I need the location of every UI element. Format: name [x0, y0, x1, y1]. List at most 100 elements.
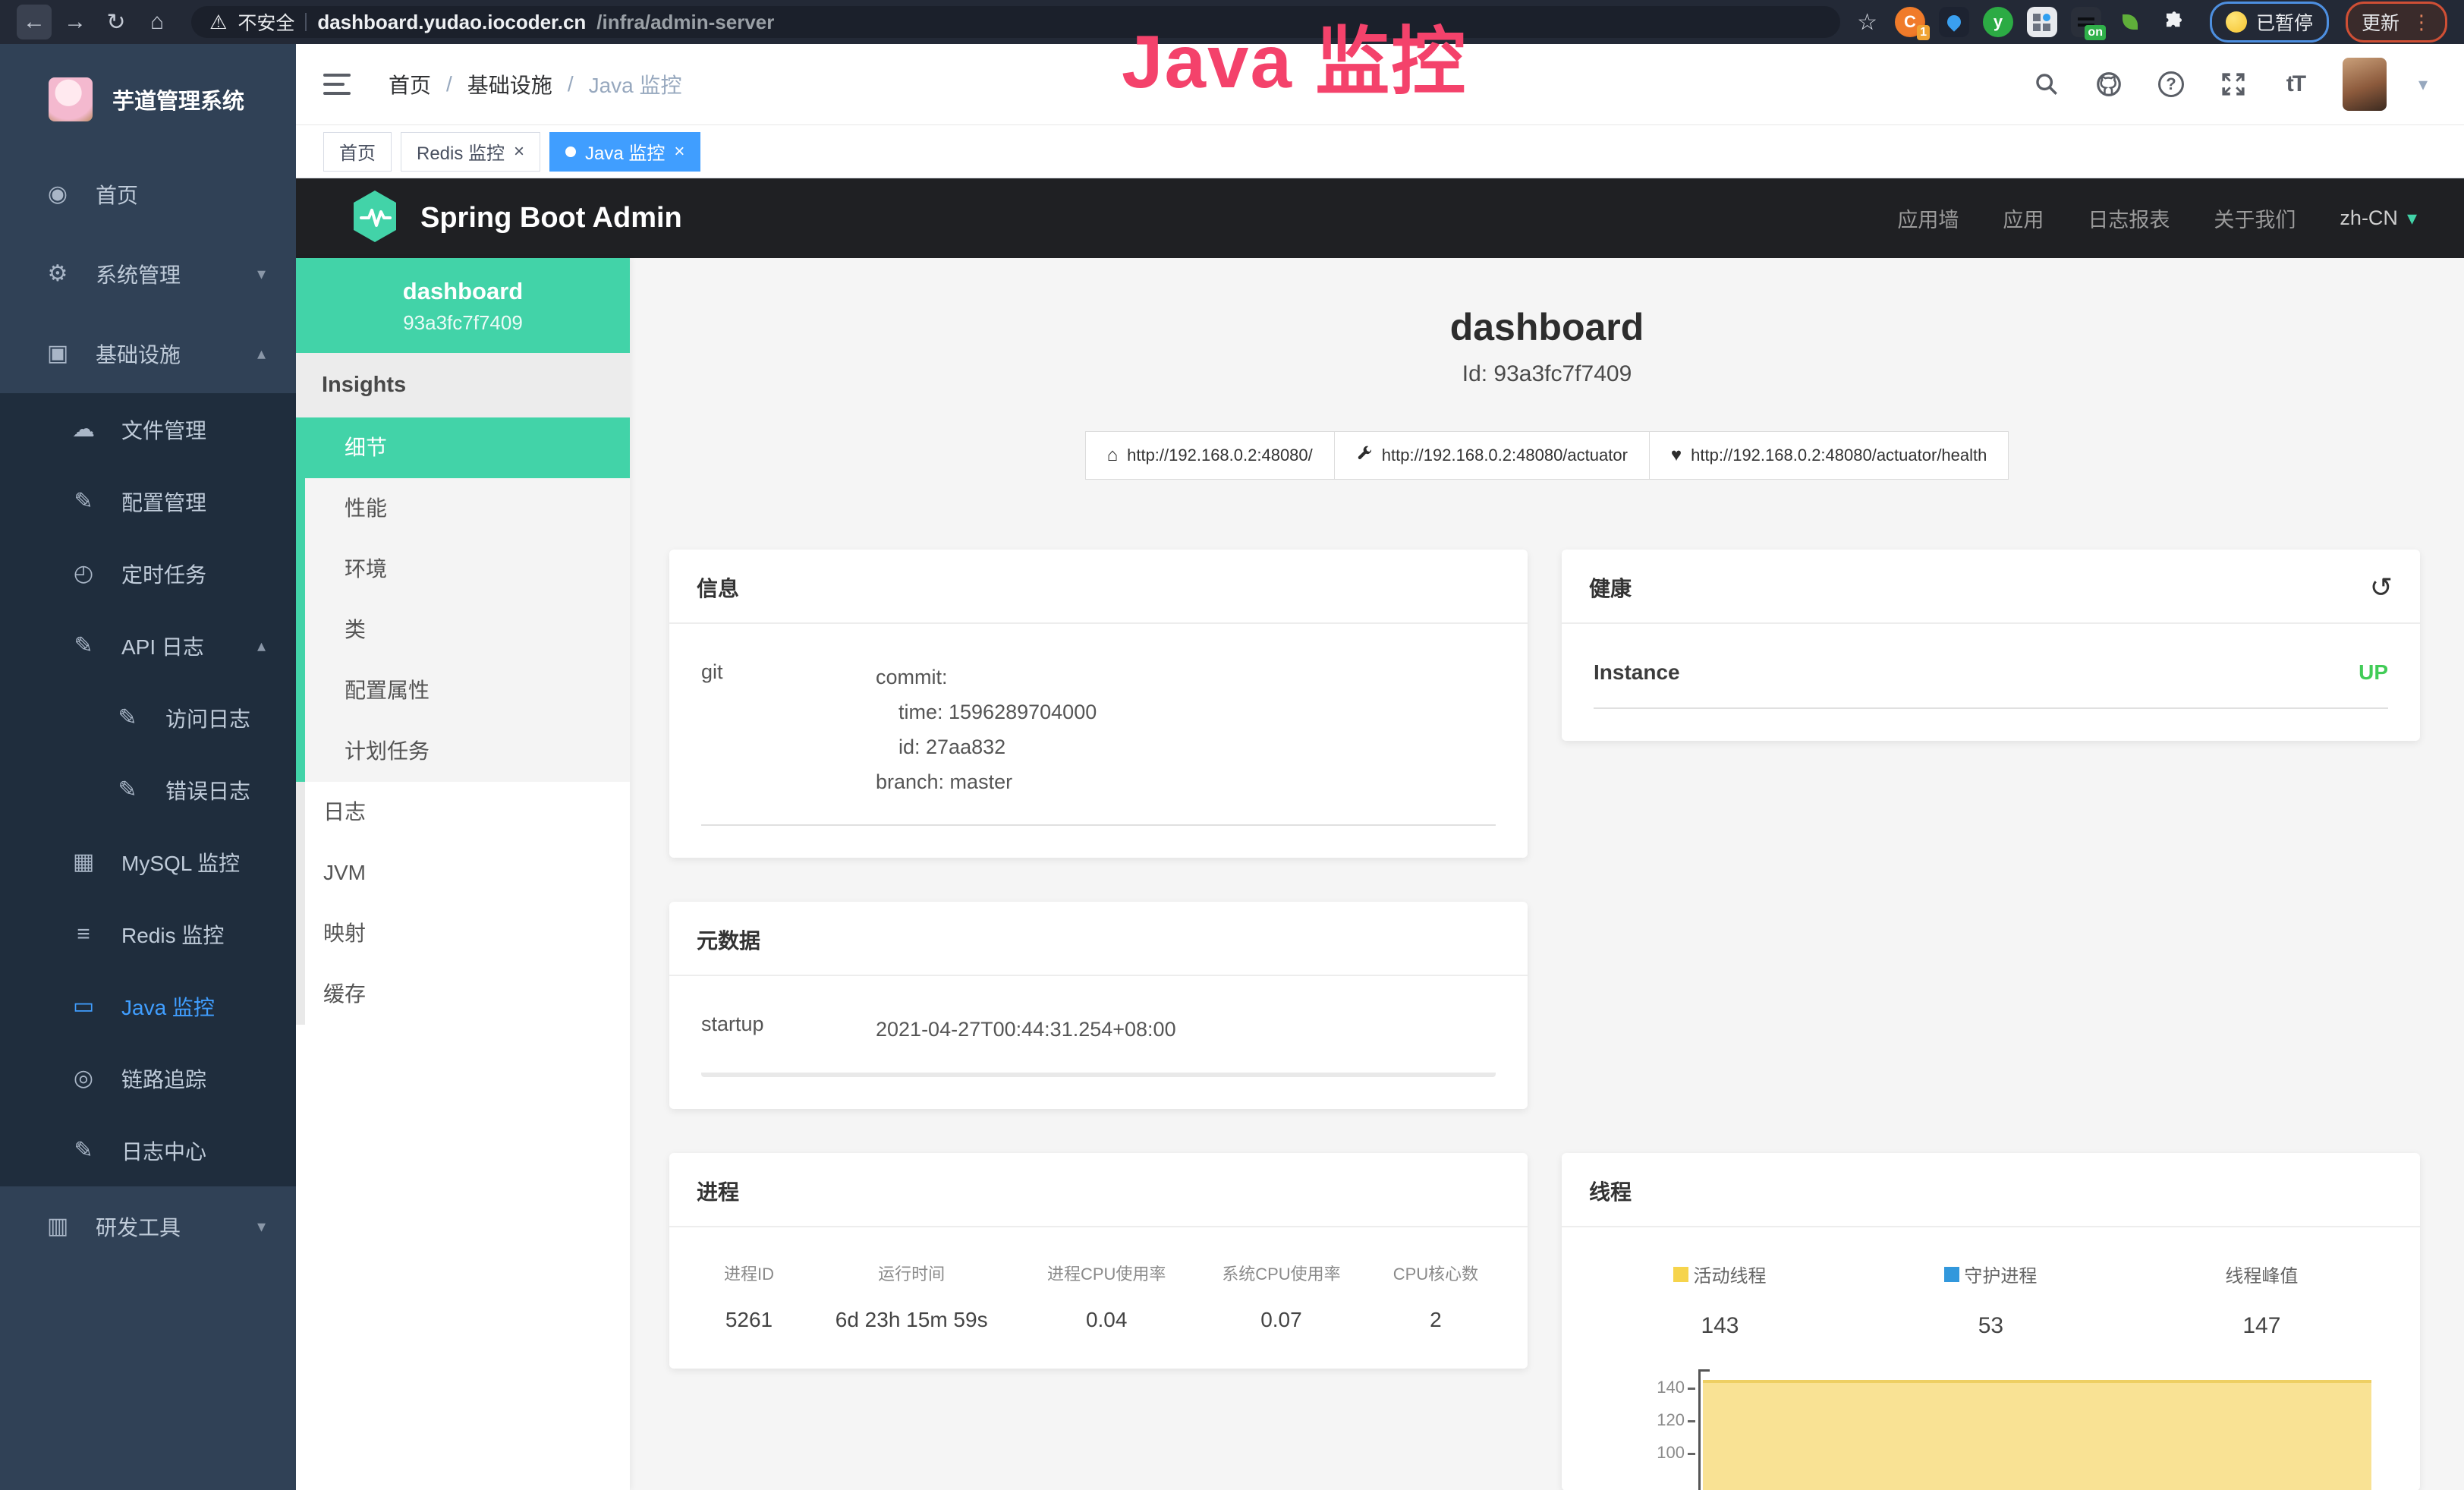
sba-item-metrics[interactable]: 性能	[296, 478, 630, 539]
instance-id: 93a3fc7f7409	[304, 311, 622, 335]
sba-nav-applications[interactable]: 应用	[2003, 203, 2044, 233]
health-url-button[interactable]: ♥ http://192.168.0.2:48080/actuator/heal…	[1650, 431, 2009, 480]
log-edit-icon: ✎	[114, 777, 141, 803]
sba-item-details[interactable]: 细节	[296, 417, 630, 478]
app-title: 芋道管理系统	[112, 83, 244, 115]
clock-icon: ◴	[70, 560, 97, 587]
actuator-url-button[interactable]: http://192.168.0.2:48080/actuator	[1335, 431, 1650, 480]
close-icon[interactable]: ×	[514, 141, 524, 162]
threads-chart: 140 120 100	[1584, 1369, 2397, 1490]
sidebar-item-dev-tools[interactable]: ▥ 研发工具 ▾	[0, 1186, 296, 1266]
page-title: dashboard	[630, 305, 2464, 349]
tab-redis-monitor[interactable]: Redis 监控 ×	[401, 132, 540, 172]
sba-item-scheduled-tasks[interactable]: 计划任务	[296, 721, 630, 782]
sba-nav-about[interactable]: 关于我们	[2214, 203, 2296, 233]
browser-forward-icon[interactable]: →	[58, 5, 93, 39]
kebab-menu-icon[interactable]: ⋮	[2412, 11, 2431, 34]
extension-sprout-icon[interactable]	[2115, 7, 2145, 37]
browser-home-icon[interactable]: ⌂	[140, 5, 175, 39]
sba-item-caches[interactable]: 缓存	[296, 964, 630, 1025]
extension-grid-icon[interactable]	[2027, 7, 2057, 37]
fullscreen-icon[interactable]	[2218, 69, 2248, 99]
sidebar-item-infrastructure[interactable]: ▣ 基础设施 ▴	[0, 313, 296, 393]
sidebar-item-config-mgmt[interactable]: ✎ 配置管理	[0, 465, 296, 537]
cloud-upload-icon: ☁	[70, 416, 97, 443]
sba-item-config-props[interactable]: 配置属性	[296, 660, 630, 721]
github-icon[interactable]	[2094, 69, 2124, 99]
service-url-button[interactable]: ⌂ http://192.168.0.2:48080/	[1085, 431, 1335, 480]
sidebar-item-system-mgmt[interactable]: ⚙ 系统管理 ▾	[0, 234, 296, 313]
font-size-icon[interactable]: tT	[2280, 69, 2311, 99]
sba-item-mappings[interactable]: 映射	[296, 903, 630, 964]
extension-colorzilla-icon[interactable]: C 1	[1895, 7, 1925, 37]
url-path: /infra/admin-server	[596, 11, 774, 34]
chevron-up-icon: ▴	[257, 636, 266, 656]
breadcrumb-infrastructure[interactable]: 基础设施	[467, 69, 552, 99]
info-card: 信息 git commit: time: 1596289704000 id: 2…	[669, 550, 1528, 858]
sba-brand-title: Spring Boot Admin	[420, 202, 682, 235]
process-table: 进程ID5261 运行时间6d 23h 15m 59s 进程CPU使用率0.04…	[692, 1261, 1505, 1332]
info-card-title: 信息	[697, 572, 739, 603]
instance-name: dashboard	[304, 278, 622, 305]
log-edit-icon: ✎	[70, 632, 97, 659]
tab-home[interactable]: 首页	[323, 132, 392, 172]
metadata-key: startup	[701, 1013, 876, 1047]
active-threads-value: 143	[1584, 1313, 1855, 1339]
threads-legend: 活动线程 143 守护进程 53 线程峰值 14	[1584, 1261, 2397, 1339]
collapse-sidebar-icon[interactable]	[323, 69, 357, 99]
extensions-puzzle-icon[interactable]	[2159, 7, 2189, 37]
sba-item-classes[interactable]: 类	[296, 600, 630, 660]
sidebar-item-log-center[interactable]: ✎ 日志中心	[0, 1114, 296, 1186]
sidebar-item-scheduled-jobs[interactable]: ◴ 定时任务	[0, 537, 296, 610]
sidebar-item-mysql-monitor[interactable]: ▦ MySQL 监控	[0, 826, 296, 898]
top-navbar: 首页 / 基础设施 / Java 监控 ?	[296, 44, 2464, 125]
instance-header[interactable]: dashboard 93a3fc7f7409	[296, 258, 630, 353]
browser-reload-icon[interactable]: ↻	[99, 5, 134, 39]
sidebar-item-home[interactable]: ◉ 首页	[0, 154, 296, 234]
sba-nav-app-wall[interactable]: 应用墙	[1897, 203, 1959, 233]
extension-tampermonkey-icon[interactable]: on	[2071, 7, 2101, 37]
breadcrumb-home[interactable]: 首页	[389, 69, 431, 99]
toolbox-icon: ▥	[44, 1213, 71, 1240]
extension-pin-icon[interactable]	[1939, 7, 1969, 37]
help-icon[interactable]: ?	[2156, 69, 2186, 99]
sba-item-environment[interactable]: 环境	[296, 539, 630, 600]
sidebar-item-tracing[interactable]: ◎ 链路追踪	[0, 1042, 296, 1114]
tab-java-monitor[interactable]: Java 监控 ×	[549, 132, 700, 172]
paused-label: 已暂停	[2256, 8, 2313, 36]
bookmark-star-icon[interactable]: ☆	[1857, 9, 1877, 36]
sidebar-item-access-logs[interactable]: ✎ 访问日志	[0, 682, 296, 754]
sidebar-item-redis-monitor[interactable]: ≡ Redis 监控	[0, 898, 296, 970]
screen: ← → ↻ ⌂ ⚠ 不安全 dashboard.yudao.iocoder.cn…	[0, 0, 2464, 1490]
user-avatar[interactable]	[2343, 58, 2387, 111]
sidebar-item-error-logs[interactable]: ✎ 错误日志	[0, 754, 296, 826]
chart-y-axis: 140 120 100	[1584, 1369, 1698, 1490]
metadata-value: 2021-04-27T00:44:31.254+08:00	[876, 1013, 1176, 1047]
sidebar-item-java-monitor[interactable]: ▭ Java 监控	[0, 970, 296, 1042]
browser-back-icon[interactable]: ←	[17, 5, 52, 39]
chart-plot-area	[1698, 1369, 2371, 1490]
threads-card: 线程 活动线程 143 守护进程	[1562, 1153, 2420, 1490]
process-card-title: 进程	[697, 1176, 739, 1206]
history-icon[interactable]: ↺	[2370, 574, 2393, 601]
gear-icon: ⚙	[44, 260, 71, 287]
sba-nav-journal[interactable]: 日志报表	[2088, 203, 2170, 233]
edit-icon: ✎	[70, 488, 97, 515]
extension-badge: 1	[1917, 25, 1930, 40]
browser-update-button[interactable]: 更新 ⋮	[2346, 2, 2447, 43]
profile-paused-pill[interactable]: 已暂停	[2210, 2, 2329, 43]
sba-item-logs[interactable]: 日志	[296, 782, 630, 843]
app-logo-row[interactable]: 芋道管理系统	[0, 44, 296, 154]
chevron-down-icon: ▾	[257, 1217, 266, 1236]
sba-item-jvm[interactable]: JVM	[296, 843, 630, 903]
close-icon[interactable]: ×	[674, 141, 684, 162]
locale-selector[interactable]: zh-CN ▾	[2340, 206, 2417, 230]
extension-y-icon[interactable]: y	[1983, 7, 2013, 37]
user-menu-caret-icon[interactable]: ▾	[2418, 74, 2428, 96]
address-bar[interactable]: ⚠ 不安全 dashboard.yudao.iocoder.cn /infra/…	[191, 6, 1840, 38]
search-icon[interactable]	[2031, 69, 2062, 99]
browser-chrome: ← → ↻ ⌂ ⚠ 不安全 dashboard.yudao.iocoder.cn…	[0, 0, 2464, 44]
dashboard-icon: ◉	[44, 181, 71, 207]
sidebar-item-file-mgmt[interactable]: ☁ 文件管理	[0, 393, 296, 465]
sidebar-item-api-logs[interactable]: ✎ API 日志 ▴	[0, 610, 296, 682]
